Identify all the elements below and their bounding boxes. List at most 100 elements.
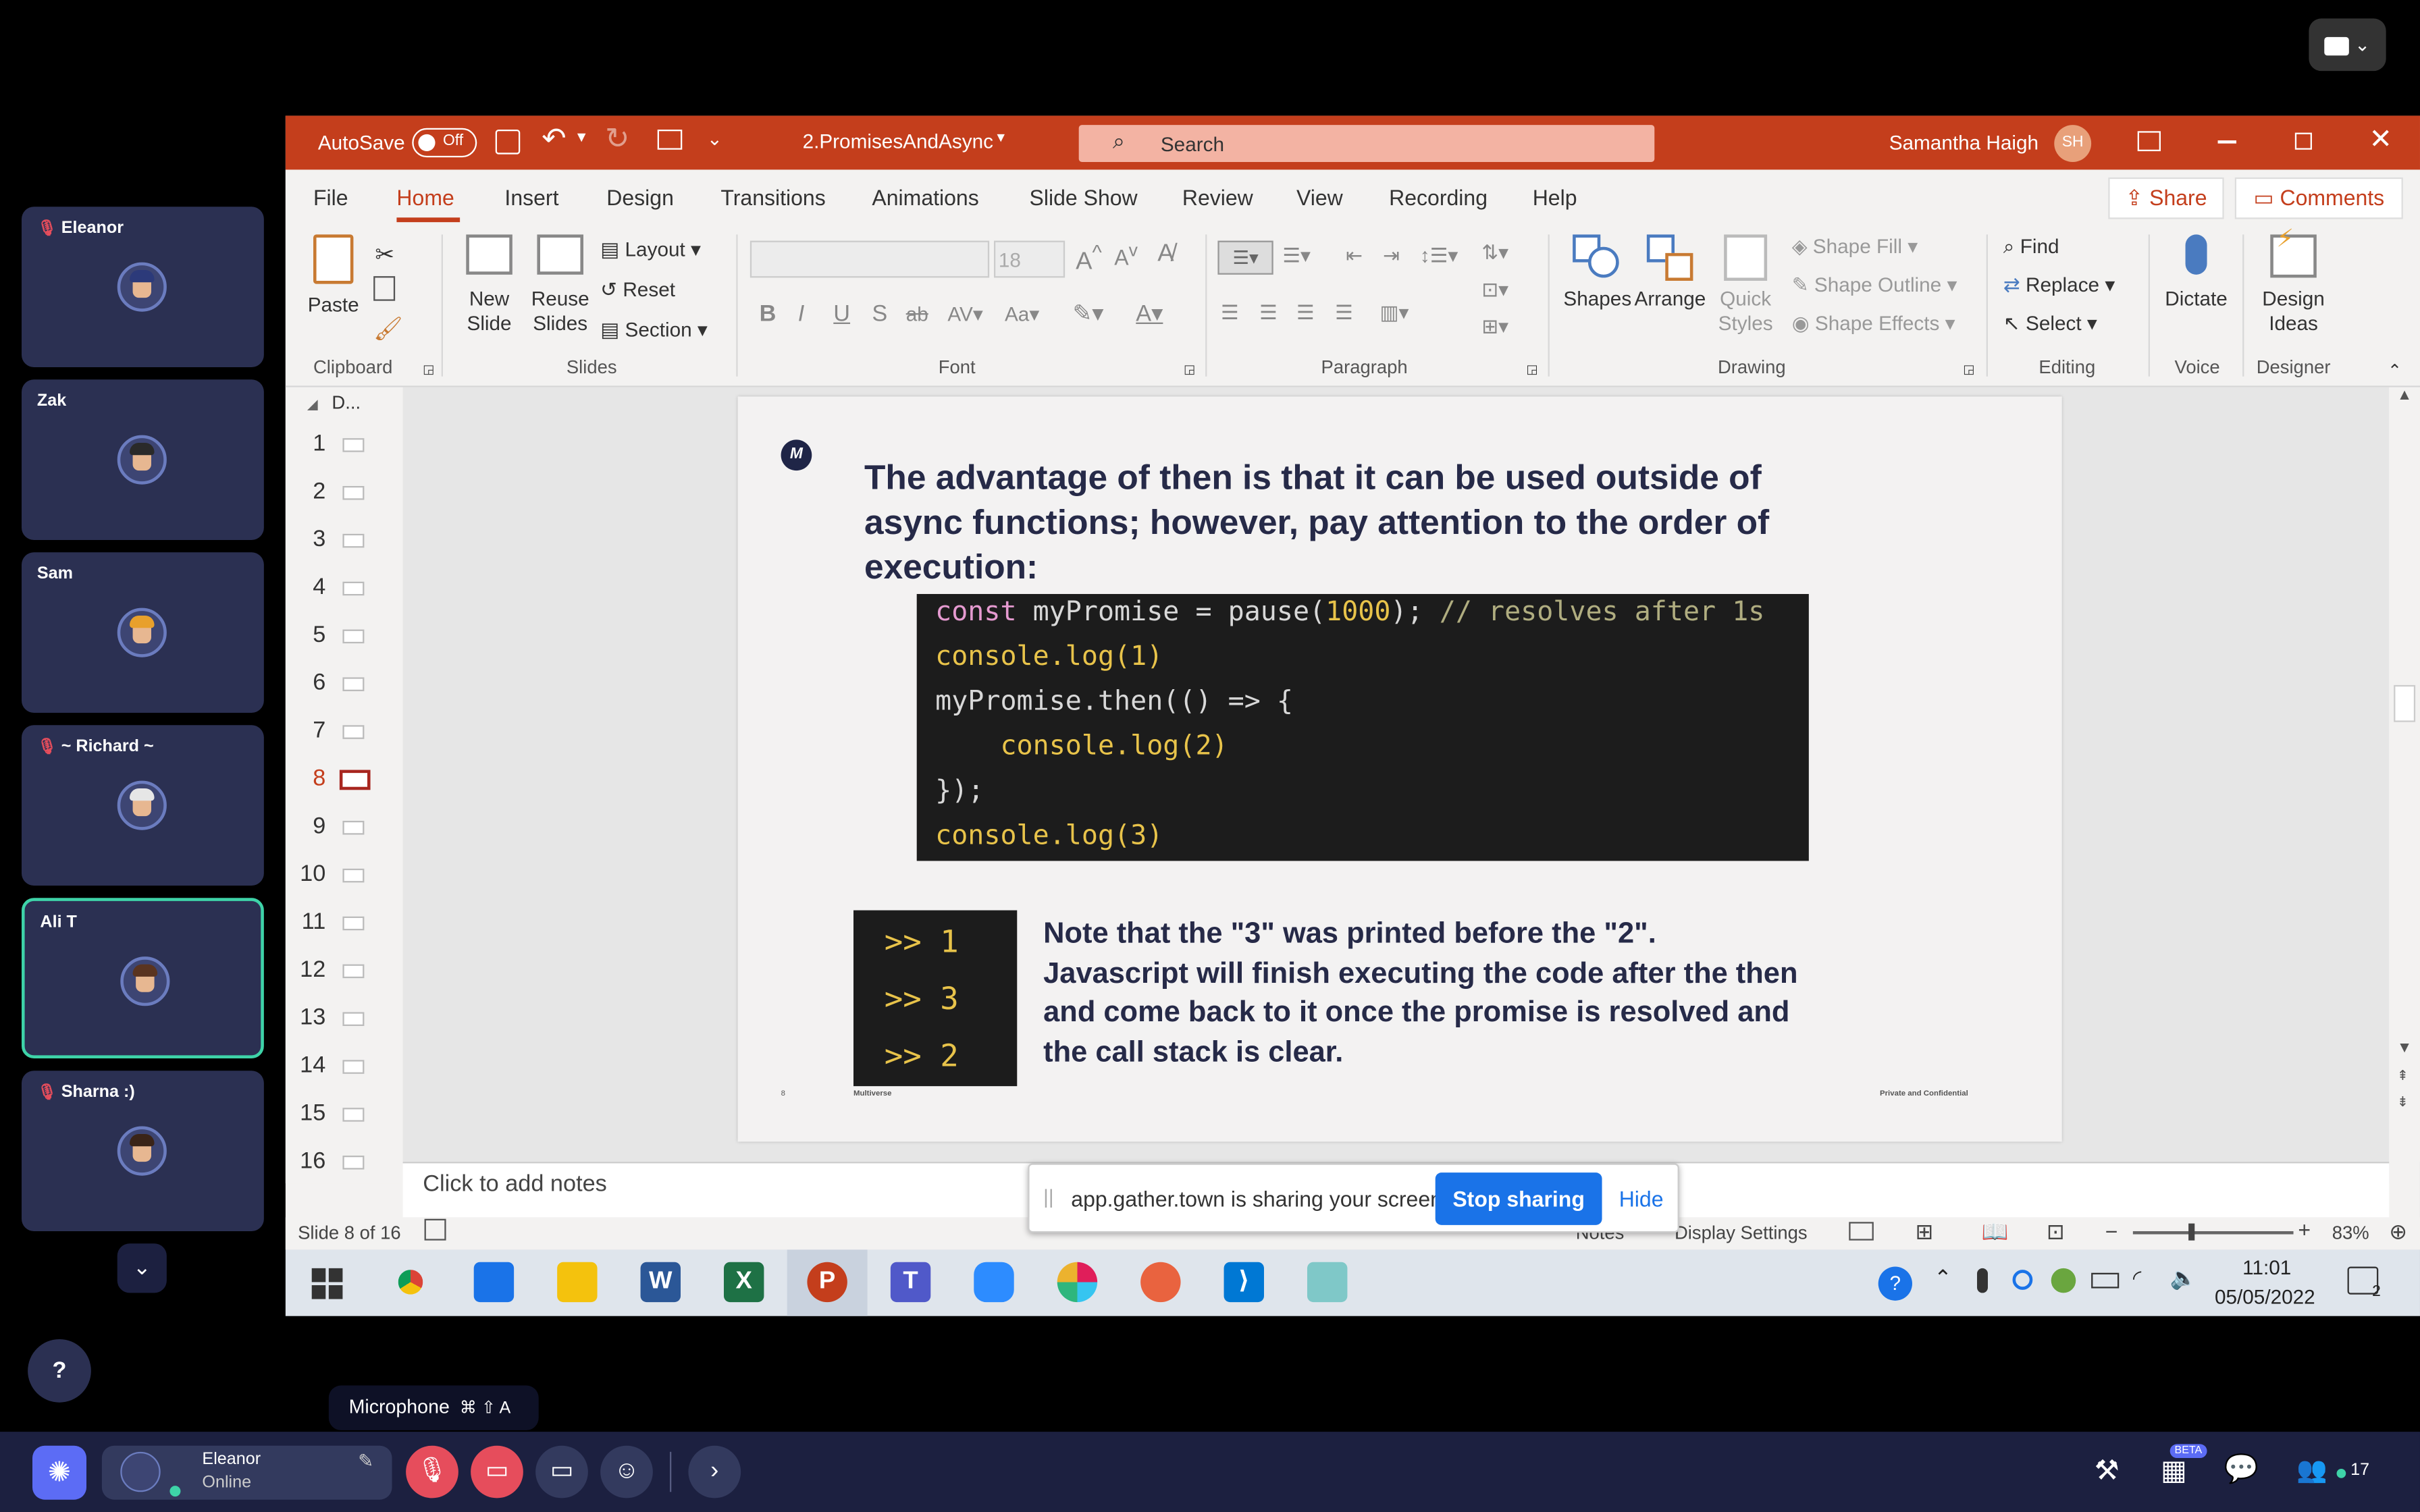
- tab-transitions[interactable]: Transitions: [720, 185, 825, 210]
- zoom-slider[interactable]: [2132, 1223, 2294, 1241]
- slide-thumbnail[interactable]: 9: [286, 807, 403, 850]
- file-name[interactable]: 2.PromisesAndAsync: [803, 130, 993, 153]
- edit-pencil-icon[interactable]: ✎: [358, 1451, 373, 1472]
- copy-icon[interactable]: [373, 276, 396, 301]
- app-tray-icon[interactable]: [2051, 1268, 2076, 1293]
- quick-styles-button[interactable]: Quick Styles: [1713, 234, 1778, 336]
- tab-help[interactable]: Help: [1533, 185, 1577, 210]
- help-button[interactable]: ?: [28, 1339, 91, 1403]
- columns-icon[interactable]: ▥▾: [1379, 301, 1409, 326]
- slide-thumbnail[interactable]: 13: [286, 998, 403, 1042]
- zoom-icon[interactable]: [974, 1262, 1014, 1303]
- new-slide-button[interactable]: New Slide: [454, 234, 525, 336]
- volume-icon[interactable]: 🔈: [2170, 1265, 2197, 1291]
- undo-dropdown-icon[interactable]: ▾: [577, 126, 586, 146]
- minimize-icon[interactable]: [2217, 140, 2236, 143]
- scroll-down-icon[interactable]: ▼: [2397, 1040, 2413, 1057]
- paragraph-launcher-icon[interactable]: ◲: [1527, 362, 1538, 377]
- drag-handle-icon[interactable]: ||: [1043, 1185, 1053, 1208]
- scroll-thumb[interactable]: [2394, 684, 2416, 722]
- wifi-icon[interactable]: ◜: [2133, 1265, 2141, 1291]
- align-right-icon[interactable]: ☰: [1296, 301, 1315, 326]
- format-painter-icon[interactable]: 🖌: [373, 315, 403, 343]
- slide-thumbnail[interactable]: 3: [286, 520, 403, 563]
- show-hidden-icons[interactable]: ⌃: [1934, 1265, 1952, 1291]
- bold-icon[interactable]: B: [760, 301, 777, 327]
- participants-expand-button[interactable]: ⌄: [117, 1243, 167, 1293]
- clear-format-icon[interactable]: A̸: [1157, 241, 1174, 269]
- share-button[interactable]: ⇪ Share: [2108, 177, 2224, 219]
- justify-icon[interactable]: ☰: [1335, 301, 1353, 326]
- zoom-slider-thumb[interactable]: [2188, 1223, 2195, 1241]
- select-button[interactable]: ↖ Select ▾: [2003, 312, 2097, 337]
- slide-thumbnail[interactable]: 5: [286, 616, 403, 659]
- build-tool-icon[interactable]: ⚒: [2095, 1455, 2120, 1487]
- slide-thumbnail[interactable]: 7: [286, 711, 403, 755]
- camera-select-button[interactable]: ⌄: [2309, 18, 2386, 72]
- tab-home[interactable]: Home: [396, 185, 454, 210]
- participant-tile[interactable]: 🎙 Sharna :): [21, 1071, 264, 1231]
- slide-thumbnail[interactable]: 10: [286, 855, 403, 898]
- clock-time[interactable]: 11:01: [2242, 1256, 2291, 1279]
- line-spacing-icon[interactable]: ↕☰▾: [1420, 244, 1458, 269]
- restore-icon[interactable]: [2294, 132, 2312, 150]
- expand-toolbar-button[interactable]: ›: [688, 1445, 741, 1498]
- prev-slide-icon[interactable]: ⇞: [2397, 1068, 2409, 1085]
- dictate-button[interactable]: Dictate: [2159, 234, 2234, 311]
- tab-review[interactable]: Review: [1182, 185, 1253, 210]
- tab-file[interactable]: File: [313, 185, 348, 210]
- teams-icon[interactable]: T: [890, 1262, 931, 1303]
- smartart-icon[interactable]: ⊞▾: [1481, 315, 1508, 340]
- strikethrough-icon[interactable]: ab: [906, 302, 928, 325]
- vertical-scrollbar[interactable]: ▲ ▼ ⇞ ⇟: [2389, 387, 2420, 1162]
- change-case-icon[interactable]: Aa▾: [1005, 302, 1039, 327]
- arrange-button[interactable]: Arrange: [1635, 234, 1706, 311]
- tab-design[interactable]: Design: [606, 185, 674, 210]
- scroll-up-icon[interactable]: ▲: [2397, 387, 2413, 404]
- shrink-font-icon[interactable]: Av: [1114, 241, 1138, 270]
- zoom-in-icon[interactable]: +: [2298, 1217, 2311, 1242]
- drawing-launcher-icon[interactable]: ◲: [1963, 362, 1974, 377]
- font-size-select[interactable]: 18: [993, 240, 1066, 278]
- mail-icon[interactable]: [473, 1262, 515, 1303]
- layout-button[interactable]: ▤ Layout ▾: [600, 238, 701, 263]
- screen-share-button[interactable]: ▭: [535, 1445, 588, 1498]
- shapes-button[interactable]: Shapes: [1563, 234, 1631, 311]
- user-name[interactable]: Samantha Haigh: [1889, 131, 2038, 154]
- tab-recording[interactable]: Recording: [1389, 185, 1488, 210]
- char-spacing-icon[interactable]: AV▾: [947, 302, 982, 327]
- tab-slide-show[interactable]: Slide Show: [1030, 185, 1138, 210]
- cut-icon[interactable]: ✂: [375, 241, 394, 269]
- spellcheck-icon[interactable]: [424, 1218, 446, 1241]
- fit-slide-icon[interactable]: ⊕: [2389, 1219, 2407, 1245]
- find-button[interactable]: ⌕ Find: [2003, 234, 2059, 259]
- cortana-tray-icon[interactable]: [2012, 1270, 2033, 1290]
- reading-view-icon[interactable]: 📖: [1982, 1219, 2009, 1245]
- windows-start-icon[interactable]: [311, 1268, 343, 1299]
- present-icon[interactable]: [657, 129, 683, 150]
- shape-fill-button[interactable]: ◈ Shape Fill ▾: [1792, 234, 1918, 259]
- slide-thumbnail[interactable]: 14: [286, 1046, 403, 1089]
- mic-tray-icon[interactable]: [1976, 1268, 1988, 1293]
- slide[interactable]: M The advantage of then is that it can b…: [737, 396, 2062, 1142]
- tab-animations[interactable]: Animations: [872, 185, 978, 210]
- chat-icon[interactable]: 💬: [2224, 1453, 2259, 1486]
- normal-view-icon[interactable]: [1849, 1222, 1874, 1241]
- slack-icon[interactable]: [1057, 1262, 1098, 1303]
- emote-button[interactable]: ☺: [600, 1445, 653, 1498]
- slide-thumbnail[interactable]: 6: [286, 664, 403, 707]
- slide-thumbnail[interactable]: 8: [286, 759, 403, 803]
- font-color-icon[interactable]: A▾: [1136, 299, 1163, 327]
- text-direction-icon[interactable]: ⇅▾: [1481, 241, 1508, 266]
- participant-tile[interactable]: 🎙 ~ Richard ~: [21, 725, 264, 886]
- save-icon[interactable]: [495, 129, 521, 155]
- battery-icon[interactable]: [2091, 1272, 2120, 1289]
- font-launcher-icon[interactable]: ◲: [1184, 362, 1195, 377]
- align-center-icon[interactable]: ☰: [1259, 301, 1278, 326]
- next-slide-icon[interactable]: ⇟: [2397, 1094, 2409, 1111]
- slide-thumbnail[interactable]: 16: [286, 1141, 403, 1185]
- redo-icon[interactable]: ↻: [605, 122, 629, 158]
- underline-icon[interactable]: U: [833, 301, 850, 327]
- paint-icon[interactable]: [1140, 1262, 1181, 1303]
- calendar-icon[interactable]: ▦: [2161, 1455, 2187, 1487]
